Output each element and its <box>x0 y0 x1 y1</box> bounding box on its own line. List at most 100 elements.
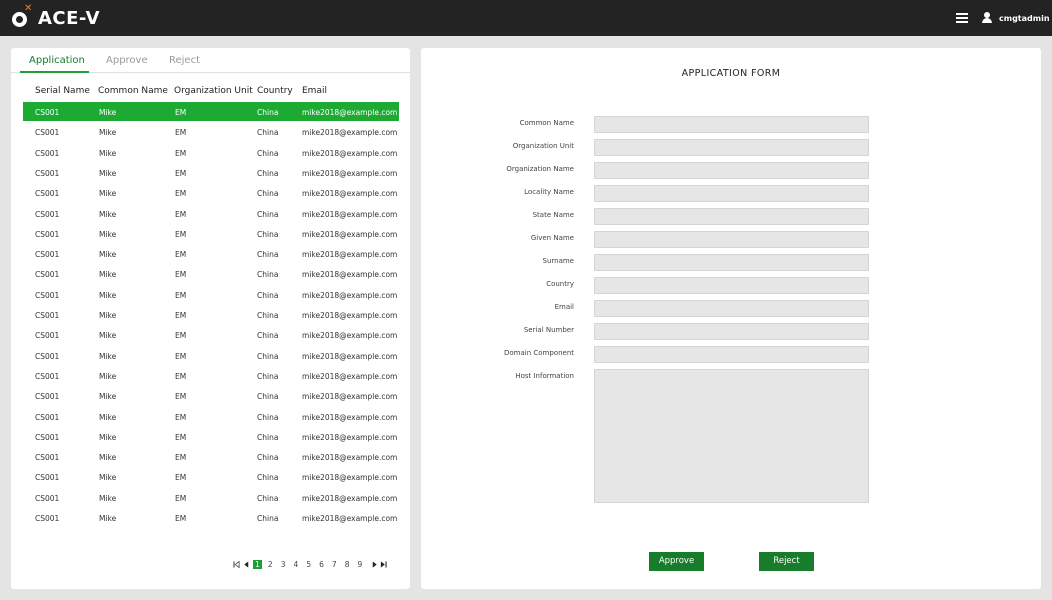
cell-country: China <box>257 473 279 483</box>
tab-reject[interactable]: Reject <box>169 55 200 66</box>
cell-organization-unit: EM <box>175 493 187 503</box>
page-number[interactable]: 7 <box>330 560 339 569</box>
cell-serial-name: CS001 <box>35 412 60 422</box>
user-icon[interactable] <box>982 12 992 24</box>
table-row[interactable]: CS001 Mike EM China mike2018@example.com <box>23 467 399 486</box>
tab-bar: Application Approve Reject <box>11 48 410 73</box>
country-input[interactable] <box>594 277 869 294</box>
reject-button[interactable]: Reject <box>759 552 814 571</box>
cell-country: China <box>257 168 279 178</box>
cell-common-name: Mike <box>99 412 117 422</box>
page-number[interactable]: 5 <box>304 560 313 569</box>
table-row[interactable]: CS001 Mike EM China mike2018@example.com <box>23 407 399 426</box>
cell-serial-name: CS001 <box>35 229 60 239</box>
cell-organization-unit: EM <box>175 189 187 199</box>
first-page-icon[interactable] <box>233 561 240 568</box>
table-row[interactable]: CS001 Mike EM China mike2018@example.com <box>23 447 399 466</box>
table-row[interactable]: CS001 Mike EM China mike2018@example.com <box>23 508 399 527</box>
cell-country: China <box>257 250 279 260</box>
table-row[interactable]: CS001 Mike EM China mike2018@example.com <box>23 427 399 446</box>
table-row[interactable]: CS001 Mike EM China mike2018@example.com <box>23 264 399 283</box>
table-row[interactable]: CS001 Mike EM China mike2018@example.com <box>23 285 399 304</box>
username[interactable]: cmgtadmin <box>999 14 1050 23</box>
host-information-textarea[interactable] <box>594 369 869 503</box>
cell-serial-name: CS001 <box>35 108 60 117</box>
column-header-country[interactable]: Country <box>257 86 293 96</box>
cell-email: mike2018@example.com <box>302 311 398 320</box>
column-header-serial-name[interactable]: Serial Name <box>35 86 90 96</box>
locality-name-input[interactable] <box>594 185 869 202</box>
table-row[interactable]: CS001 Mike EM China mike2018@example.com <box>23 325 399 344</box>
column-header-organization-unit[interactable]: Organization Unit <box>174 86 253 96</box>
tab-approve[interactable]: Approve <box>106 55 148 66</box>
cell-email: mike2018@example.com <box>302 514 398 523</box>
table-row[interactable]: CS001 Mike EM China mike2018@example.com <box>23 386 399 405</box>
page-number[interactable]: 4 <box>291 560 300 569</box>
table-row[interactable]: CS001 Mike EM China mike2018@example.com <box>23 244 399 263</box>
table-row[interactable]: CS001 Mike EM China mike2018@example.com <box>23 366 399 385</box>
page-number[interactable]: 6 <box>317 560 326 569</box>
cell-country: China <box>257 351 279 361</box>
prev-page-icon[interactable] <box>243 561 250 568</box>
cell-common-name: Mike <box>99 229 117 239</box>
organization-name-input[interactable] <box>594 162 869 179</box>
cell-country: China <box>257 311 279 320</box>
cell-country: China <box>257 392 279 402</box>
table-row[interactable]: CS001 Mike EM China mike2018@example.com <box>23 346 399 365</box>
page-number[interactable]: 3 <box>279 560 288 569</box>
cell-common-name: Mike <box>99 392 117 402</box>
given-name-input[interactable] <box>594 231 869 248</box>
state-name-input[interactable] <box>594 208 869 225</box>
form-label-organization-unit: Organization Unit <box>512 142 574 150</box>
page-number[interactable]: 1 <box>253 560 262 569</box>
cell-serial-name: CS001 <box>35 209 60 219</box>
page-number[interactable]: 9 <box>355 560 364 569</box>
organization-unit-input[interactable] <box>594 139 869 156</box>
cell-organization-unit: EM <box>175 331 187 341</box>
form-label-serial-number: Serial Number <box>523 326 574 334</box>
table-row[interactable]: CS001 Mike EM China mike2018@example.com <box>23 204 399 223</box>
cell-email: mike2018@example.com <box>302 371 398 381</box>
page-number[interactable]: 8 <box>343 560 352 569</box>
domain-component-input[interactable] <box>594 346 869 363</box>
table-row[interactable]: CS001 Mike EM China mike2018@example.com <box>23 183 399 202</box>
cell-common-name: Mike <box>99 189 117 199</box>
column-header-email[interactable]: Email <box>302 86 327 96</box>
cell-country: China <box>257 412 279 422</box>
table-row[interactable]: CS001 Mike EM China mike2018@example.com <box>23 102 399 121</box>
cell-common-name: Mike <box>99 514 117 523</box>
common-name-input[interactable] <box>594 116 869 133</box>
cell-common-name: Mike <box>99 128 117 138</box>
cell-country: China <box>257 128 279 138</box>
application-form-panel: APPLICATION FORM Common Name Organization… <box>421 48 1041 589</box>
page-number[interactable]: 2 <box>266 560 275 569</box>
cell-country: China <box>257 108 279 117</box>
cell-serial-name: CS001 <box>35 514 60 523</box>
next-page-icon[interactable] <box>371 561 378 568</box>
cell-organization-unit: EM <box>175 412 187 422</box>
cell-organization-unit: EM <box>175 290 187 300</box>
form-label-surname: Surname <box>542 257 575 265</box>
table-row[interactable]: CS001 Mike EM China mike2018@example.com <box>23 305 399 324</box>
approve-button[interactable]: Approve <box>649 552 704 571</box>
last-page-icon[interactable] <box>380 561 387 568</box>
cell-country: China <box>257 493 279 503</box>
form-label-host-information: Host Information <box>515 372 574 380</box>
cell-country: China <box>257 189 279 199</box>
cell-organization-unit: EM <box>175 108 187 117</box>
table-row[interactable]: CS001 Mike EM China mike2018@example.com <box>23 224 399 243</box>
table-row[interactable]: CS001 Mike EM China mike2018@example.com <box>23 143 399 162</box>
email-input[interactable] <box>594 300 869 317</box>
menu-icon[interactable] <box>956 13 968 23</box>
cell-country: China <box>257 514 279 523</box>
column-header-common-name[interactable]: Common Name <box>98 86 168 96</box>
surname-input[interactable] <box>594 254 869 271</box>
cell-serial-name: CS001 <box>35 371 60 381</box>
tab-application[interactable]: Application <box>29 55 85 66</box>
table-row[interactable]: CS001 Mike EM China mike2018@example.com <box>23 488 399 507</box>
cell-country: China <box>257 270 279 280</box>
table-row[interactable]: CS001 Mike EM China mike2018@example.com <box>23 163 399 182</box>
table-row[interactable]: CS001 Mike EM China mike2018@example.com <box>23 122 399 141</box>
cell-organization-unit: EM <box>175 351 187 361</box>
serial-number-input[interactable] <box>594 323 869 340</box>
